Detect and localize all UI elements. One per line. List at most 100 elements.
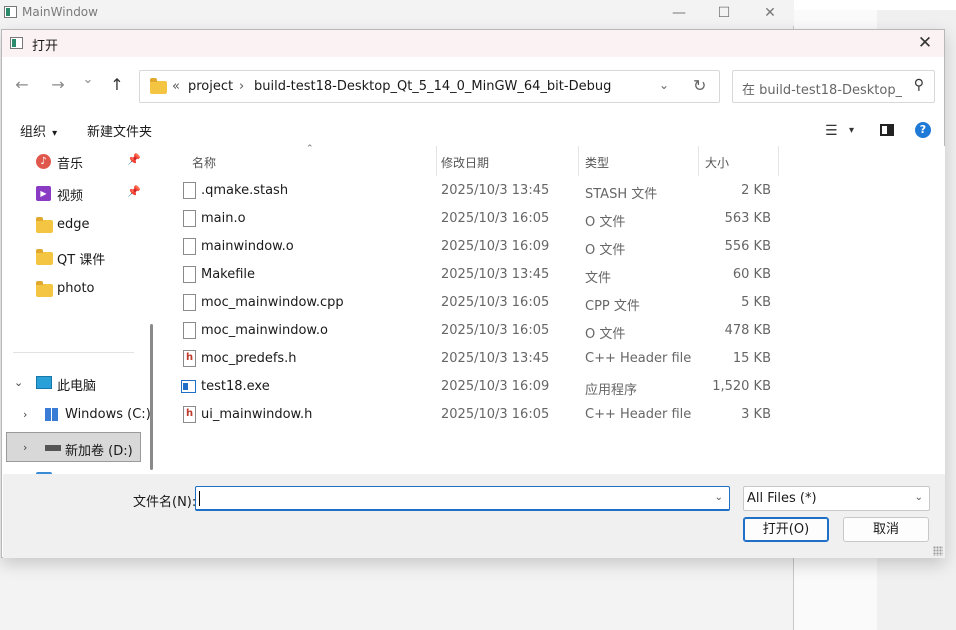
new-folder-button[interactable]: 新建文件夹 (87, 121, 152, 140)
file-name: moc_mainwindow.o (201, 323, 328, 338)
back-arrow-icon[interactable]: ← (10, 75, 34, 94)
minimize-button[interactable]: — (656, 0, 702, 26)
maximize-button[interactable]: ☐ (701, 0, 747, 26)
file-row[interactable]: ui_mainwindow.h 2025/10/3 16:05 C++ Head… (160, 401, 945, 429)
resize-grip-icon[interactable] (933, 546, 943, 556)
file-icon (183, 182, 196, 199)
pin-icon: 📌 (127, 185, 141, 198)
app-icon (4, 6, 17, 18)
column-divider[interactable] (778, 146, 779, 176)
column-header-date[interactable]: 修改日期 (441, 154, 489, 171)
chevron-down-icon[interactable]: ⌄ (715, 492, 723, 503)
computer-icon (36, 376, 52, 389)
up-arrow-icon[interactable]: ↑ (105, 75, 129, 94)
file-list: ⌃ 名称 修改日期 类型 大小 .qmake.stash 2025/10/3 1… (160, 144, 945, 474)
file-name: Makefile (201, 267, 256, 282)
text-caret (199, 491, 200, 506)
sidebar-item-this-pc[interactable]: ⌄ 此电脑 (3, 370, 143, 396)
file-type: 文件 (585, 271, 612, 286)
main-window-close-button[interactable]: ✕ (747, 0, 793, 26)
file-row[interactable]: Makefile 2025/10/3 13:45 文件 60 KB (160, 261, 945, 289)
breadcrumb-separator[interactable]: › (239, 79, 244, 94)
column-header-type[interactable]: 类型 (585, 154, 609, 171)
file-date: 2025/10/3 16:05 (441, 295, 550, 310)
windows-drive-icon (45, 408, 58, 421)
view-options-icon[interactable]: ☰ (825, 123, 838, 139)
dialog-close-button[interactable]: ✕ (910, 30, 940, 57)
column-divider[interactable] (698, 146, 699, 176)
header-file-icon (183, 406, 196, 423)
organize-arrow-icon: ▾ (52, 128, 58, 139)
dialog-titlebar: 打开 ✕ (2, 30, 944, 57)
sidebar-item-label: photo (57, 281, 95, 296)
filename-input[interactable]: ⌄ (195, 486, 730, 511)
sidebar-item-label: edge (57, 217, 90, 232)
sidebar-item-qt-courseware[interactable]: QT 课件 (3, 244, 143, 270)
file-name: mainwindow.o (201, 239, 294, 254)
file-row[interactable]: .qmake.stash 2025/10/3 13:45 STASH 文件 2 … (160, 177, 945, 205)
sidebar-item-drive-d[interactable]: › 新加卷 (D:) (6, 432, 141, 462)
file-row[interactable]: test18.exe 2025/10/3 16:09 应用程序 1,520 KB (160, 373, 945, 401)
sidebar-item-photo[interactable]: photo (3, 276, 143, 302)
recent-locations-icon[interactable]: ⌄ (76, 72, 100, 87)
sidebar-item-label: 音乐 (57, 157, 84, 172)
sidebar-item-label: 视频 (57, 189, 84, 204)
open-button[interactable]: 打开(O) (743, 517, 829, 542)
view-dropdown-icon[interactable]: ▾ (849, 125, 854, 136)
file-type: 应用程序 (585, 383, 638, 398)
sidebar-item-drive-c[interactable]: › Windows (C:) (3, 402, 151, 428)
folder-icon (150, 78, 167, 94)
file-size: 1,520 KB (712, 379, 771, 394)
column-header-name[interactable]: 名称 (192, 154, 216, 171)
sidebar-item-edge[interactable]: edge (3, 212, 143, 238)
breadcrumb-overflow[interactable]: « (172, 79, 180, 94)
cancel-button[interactable]: 取消 (843, 517, 929, 542)
file-row[interactable]: moc_predefs.h 2025/10/3 13:45 C++ Header… (160, 345, 945, 373)
breadcrumb-project[interactable]: project (188, 79, 233, 94)
help-icon[interactable]: ? (915, 122, 931, 138)
breadcrumb-current-folder[interactable]: build-test18-Desktop_Qt_5_14_0_MinGW_64_… (254, 79, 611, 94)
video-icon: ▶ (36, 186, 51, 201)
filter-value: All Files (*) (747, 491, 817, 506)
main-window-titlebar: MainWindow — ☐ ✕ (0, 0, 794, 26)
file-row[interactable]: moc_mainwindow.o 2025/10/3 16:05 O 文件 47… (160, 317, 945, 345)
header-file-icon (183, 350, 196, 367)
filename-label: 文件名(N): (133, 495, 197, 510)
file-icon (183, 238, 196, 255)
chevron-down-icon[interactable]: ⌄ (14, 376, 23, 389)
search-input[interactable]: 在 build-test18-Desktop_... ⚲ (732, 70, 935, 103)
address-dropdown-icon[interactable]: ⌄ (659, 78, 669, 92)
file-row[interactable]: moc_mainwindow.cpp 2025/10/3 16:05 CPP 文… (160, 289, 945, 317)
column-header-size[interactable]: 大小 (705, 154, 729, 171)
folder-icon (36, 281, 53, 297)
sidebar-divider (13, 352, 134, 353)
file-row[interactable]: mainwindow.o 2025/10/3 16:09 O 文件 556 KB (160, 233, 945, 261)
file-date: 2025/10/3 13:45 (441, 183, 550, 198)
chevron-right-icon[interactable]: › (23, 441, 27, 454)
preview-pane-icon[interactable] (880, 124, 894, 136)
file-row[interactable]: main.o 2025/10/3 16:05 O 文件 563 KB (160, 205, 945, 233)
chevron-right-icon[interactable]: › (23, 408, 27, 421)
file-name: moc_mainwindow.cpp (201, 295, 344, 310)
search-placeholder: 在 build-test18-Desktop_... (742, 83, 902, 98)
refresh-icon[interactable]: ↻ (693, 76, 706, 95)
organize-button[interactable]: 组织 ▾ (20, 121, 57, 140)
file-type-filter-select[interactable]: All Files (*) ⌄ (743, 486, 930, 511)
column-divider[interactable] (578, 146, 579, 176)
drive-icon (45, 445, 61, 451)
file-icon (183, 322, 196, 339)
sidebar-item-music[interactable]: ♪ 音乐 📌 (3, 148, 143, 174)
file-icon (183, 210, 196, 227)
file-type: CPP 文件 (585, 299, 640, 314)
column-divider[interactable] (436, 146, 437, 176)
file-size: 15 KB (732, 351, 771, 366)
sidebar-item-video[interactable]: ▶ 视频 📌 (3, 180, 143, 206)
forward-arrow-icon[interactable]: → (46, 75, 70, 94)
dialog-footer: 文件名(N): ⌄ All Files (*) ⌄ 打开(O) 取消 (3, 474, 945, 558)
sidebar-scrollbar[interactable] (150, 324, 153, 470)
file-icon (183, 266, 196, 283)
file-type: O 文件 (585, 215, 626, 230)
file-size: 478 KB (724, 323, 771, 338)
address-bar[interactable]: « project › build-test18-Desktop_Qt_5_14… (139, 70, 720, 103)
file-type: O 文件 (585, 327, 626, 342)
